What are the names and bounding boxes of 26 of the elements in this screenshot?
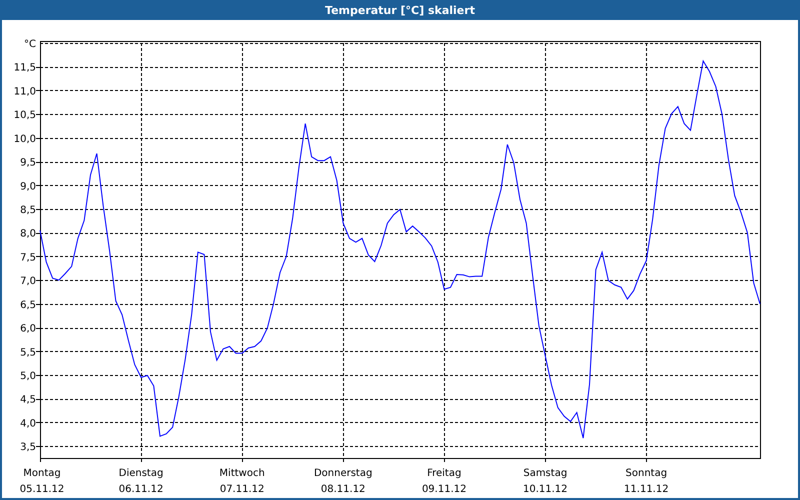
- x-tick-label: Montag 05.11.12: [20, 468, 64, 495]
- y-tick-label: 4,5: [20, 394, 36, 406]
- x-tick-label: Mittwoch 07.11.12: [219, 468, 265, 495]
- y-tick-label: 11,0: [14, 86, 36, 98]
- y-tick-label: 5,0: [20, 371, 36, 382]
- y-tick-label: 4,0: [20, 418, 36, 430]
- y-tick-label: 7,5: [20, 252, 36, 264]
- y-tick-label: 8,0: [20, 228, 36, 240]
- y-tick-label: 8,5: [20, 205, 36, 216]
- x-tick-label: Dienstag 06.11.12: [118, 468, 164, 495]
- y-tick-label: 7,0: [20, 276, 36, 288]
- y-tick-label: 5,5: [20, 347, 36, 358]
- y-tick-label: 10,5: [14, 110, 36, 122]
- y-tick-label: 9,0: [20, 181, 36, 192]
- window-title: Temperatur [°C] skaliert: [325, 4, 475, 16]
- y-tick-label: 9,5: [20, 158, 36, 169]
- x-tick-label: Donnerstag 08.11.12: [314, 468, 372, 495]
- y-tick-label: 6,0: [20, 324, 36, 335]
- y-axis-unit: °C: [24, 39, 36, 50]
- x-tick-label: Freitag 09.11.12: [422, 468, 466, 495]
- y-tick-label: 3,5: [20, 442, 36, 454]
- y-tick-label: 11,5: [14, 62, 36, 74]
- y-tick-label: 10,0: [14, 134, 36, 145]
- x-tick-label: Samstag 10.11.12: [523, 468, 568, 495]
- x-tick-label: Sonntag 11.11.12: [624, 468, 669, 495]
- y-tick-label: 6,5: [20, 300, 36, 311]
